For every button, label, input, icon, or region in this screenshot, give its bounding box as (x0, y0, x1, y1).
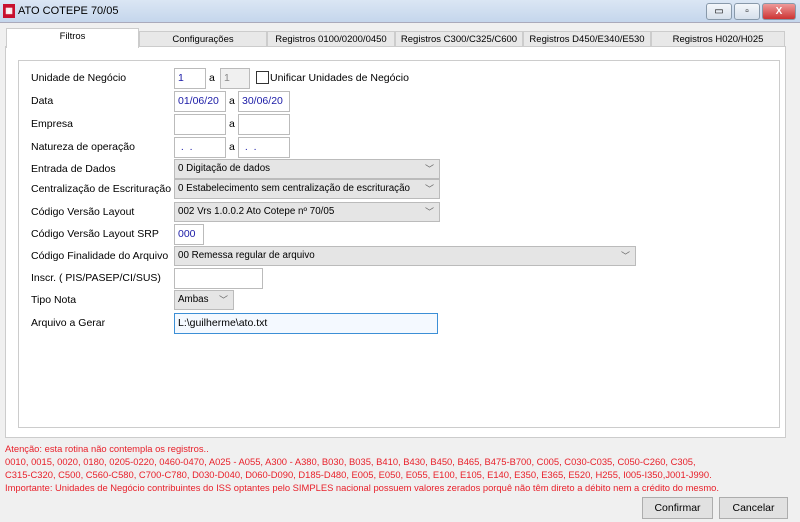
arquivo-input[interactable]: L:\guilherme\ato.txt (174, 313, 438, 334)
tab-registros-h020[interactable]: Registros H020/H025 (651, 31, 785, 47)
empresa-label: Empresa (31, 118, 74, 130)
tab-registros-0100[interactable]: Registros 0100/0200/0450 (267, 31, 395, 47)
tipo-nota-label: Tipo Nota (31, 294, 77, 306)
inscr-label: Inscr. ( PIS/PASEP/CI/SUS) (31, 272, 161, 284)
finalidade-select[interactable]: 00 Remessa regular de arquivo ﹀ (174, 246, 636, 266)
tipo-nota-select[interactable]: Ambas ﹀ (174, 290, 234, 310)
unificar-label[interactable]: Unificar Unidades de Negócio (270, 68, 409, 88)
data-to-input[interactable]: 30/06/20 (238, 91, 290, 112)
cancel-button[interactable]: Cancelar (719, 497, 788, 519)
unidade-to-input: 1 (220, 68, 250, 89)
unidade-label: Unidade de Negócio (31, 72, 127, 84)
versao-select[interactable]: 002 Vrs 1.0.0.2 Ato Cotepe nº 70/05 ﹀ (174, 202, 440, 222)
entrada-select[interactable]: 0 Digitação de dados ﹀ (174, 159, 440, 179)
entrada-label: Entrada de Dados (31, 163, 116, 175)
title-bar: ▦ ATO COTEPE 70/05 ▭ ▫ X (0, 0, 800, 23)
registros-list-line1: 0010, 0015, 0020, 0180, 0205-0220, 0460-… (5, 456, 696, 467)
range-separator: a (229, 118, 235, 130)
confirm-button[interactable]: Confirmar (642, 497, 713, 519)
empresa-to-input[interactable] (238, 114, 290, 135)
unificar-checkbox[interactable] (256, 71, 269, 84)
natureza-to-input[interactable]: . . (238, 137, 290, 158)
arquivo-label: Arquivo a Gerar (31, 317, 106, 329)
data-label: Data (31, 95, 54, 107)
natureza-from-input[interactable]: . . (174, 137, 226, 158)
importante-message: Importante: Unidades de Negócio contribu… (5, 482, 719, 493)
chevron-down-icon: ﹀ (424, 164, 434, 174)
entrada-value: 0 Digitação de dados (178, 163, 271, 174)
versao-srp-input[interactable]: 000 (174, 224, 204, 245)
empresa-from-input[interactable] (174, 114, 226, 135)
centralizacao-value: 0 Estabelecimento sem centralização de e… (178, 183, 410, 194)
minimize-button[interactable]: ▭ (706, 3, 732, 20)
filters-group (18, 60, 780, 428)
tipo-nota-value: Ambas (178, 294, 209, 305)
chevron-down-icon: ﹀ (620, 251, 630, 261)
warning-message: Atenção: esta rotina não contempla os re… (5, 443, 209, 454)
finalidade-value: 00 Remessa regular de arquivo (178, 250, 315, 261)
versao-label: Código Versão Layout (31, 206, 135, 218)
chevron-down-icon: ﹀ (218, 295, 228, 305)
data-from-input[interactable]: 01/06/20 (174, 91, 226, 112)
close-button[interactable]: X (762, 3, 796, 20)
tab-registros-c300[interactable]: Registros C300/C325/C600 (395, 31, 523, 47)
tab-configuracoes[interactable]: Configurações (139, 31, 267, 47)
versao-srp-label: Código Versão Layout SRP (31, 228, 159, 240)
maximize-button[interactable]: ▫ (734, 3, 760, 20)
messages-area: Atenção: esta rotina não contempla os re… (5, 442, 795, 494)
tab-filtros[interactable]: Filtros (6, 28, 139, 48)
range-separator: a (229, 95, 235, 107)
versao-value: 002 Vrs 1.0.0.2 Ato Cotepe nº 70/05 (178, 206, 335, 217)
inscr-input[interactable] (174, 268, 263, 289)
window-title: ATO COTEPE 70/05 (18, 5, 119, 17)
unidade-from-input[interactable]: 1 (174, 68, 206, 89)
app-icon: ▦ (3, 4, 15, 18)
registros-list-line2: C315-C320, C500, C560-C580, C700-C780, D… (5, 469, 712, 480)
tab-registros-d450[interactable]: Registros D450/E340/E530 (523, 31, 651, 47)
natureza-label: Natureza de operação (31, 141, 135, 153)
chevron-down-icon: ﹀ (424, 184, 434, 194)
centralizacao-select[interactable]: 0 Estabelecimento sem centralização de e… (174, 179, 440, 199)
range-separator: a (209, 72, 215, 84)
range-separator: a (229, 141, 235, 153)
finalidade-label: Código Finalidade do Arquivo (31, 250, 169, 262)
centralizacao-label: Centralização de Escrituração (31, 183, 172, 195)
chevron-down-icon: ﹀ (424, 207, 434, 217)
